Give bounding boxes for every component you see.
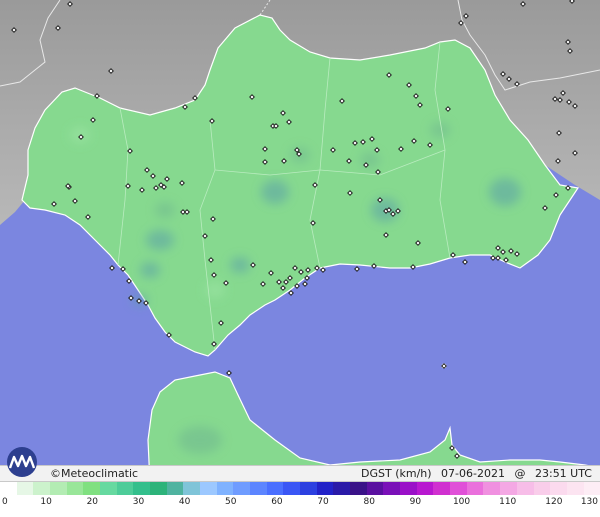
scale-swatch <box>416 482 434 495</box>
color-scale-bar <box>0 482 600 495</box>
scale-tick-label: 60 <box>271 497 283 507</box>
scale-tick-label: 70 <box>317 497 329 507</box>
scale-tick-label: 0 <box>2 497 8 507</box>
scale-swatch <box>350 482 367 495</box>
scale-swatch <box>233 482 251 495</box>
scale-swatch <box>200 482 217 495</box>
scale-tick-label: 110 <box>499 497 517 507</box>
scale-swatch <box>183 482 201 495</box>
scale-swatch <box>133 482 151 495</box>
scale-swatch <box>383 482 401 495</box>
scale-swatch <box>100 482 117 495</box>
scale-swatch <box>266 482 284 495</box>
scale-swatch <box>583 482 600 495</box>
scale-tick-label: 90 <box>409 497 422 507</box>
scale-tick-label: 80 <box>363 497 375 507</box>
scale-swatch <box>433 482 451 495</box>
scale-swatch <box>116 482 134 495</box>
scale-swatch <box>166 482 184 495</box>
scale-swatch <box>466 482 484 495</box>
scale-swatch <box>216 482 234 495</box>
scale-swatch <box>333 482 351 495</box>
scale-tick-label: 20 <box>86 497 99 507</box>
scale-swatch <box>250 482 267 495</box>
scale-tick-label: 30 <box>132 497 145 507</box>
at-label: @ <box>514 467 526 480</box>
scale-swatch <box>66 482 84 495</box>
scale-tick-label: 40 <box>178 497 191 507</box>
scale-swatch <box>366 482 384 495</box>
variable-label: DGST (km/h) <box>361 467 432 480</box>
scale-tick-label: 10 <box>40 497 52 507</box>
scale-swatch <box>83 482 101 495</box>
wind-gust-map <box>0 0 600 484</box>
date-label: 07-06-2021 <box>441 467 505 480</box>
scale-swatch <box>150 482 167 495</box>
scale-swatch <box>533 482 551 495</box>
scale-swatch <box>483 482 501 495</box>
scale-swatch <box>300 482 317 495</box>
scale-swatch <box>400 482 417 495</box>
map-info: DGST (km/h) 07-06-2021 @ 23:51 UTC <box>355 467 592 480</box>
time-label: 23:51 UTC <box>534 467 592 480</box>
scale-swatch <box>516 482 534 495</box>
scale-swatch <box>500 482 517 495</box>
scale-tick-label: 50 <box>225 497 237 507</box>
scale-swatch <box>450 482 467 495</box>
scale-swatch <box>16 482 34 495</box>
scale-swatch <box>566 482 584 495</box>
scale-swatch <box>316 482 334 495</box>
scale-tick-label: 100 <box>452 497 471 507</box>
scale-swatch <box>0 482 17 495</box>
color-scale-legend: 0 10 20 30 40 50 60 70 80 90 100 110 120 130 <box>0 482 600 517</box>
scale-swatch <box>50 482 67 495</box>
scale-swatch <box>550 482 567 495</box>
scale-swatch <box>33 482 51 495</box>
meteoclimatic-logo-icon <box>7 447 37 477</box>
brand-credit: ©Meteoclimatic <box>50 467 139 480</box>
scale-swatch <box>283 482 301 495</box>
scale-tick-label: 130 <box>580 497 598 507</box>
scale-tick-label: 120 <box>545 497 563 507</box>
